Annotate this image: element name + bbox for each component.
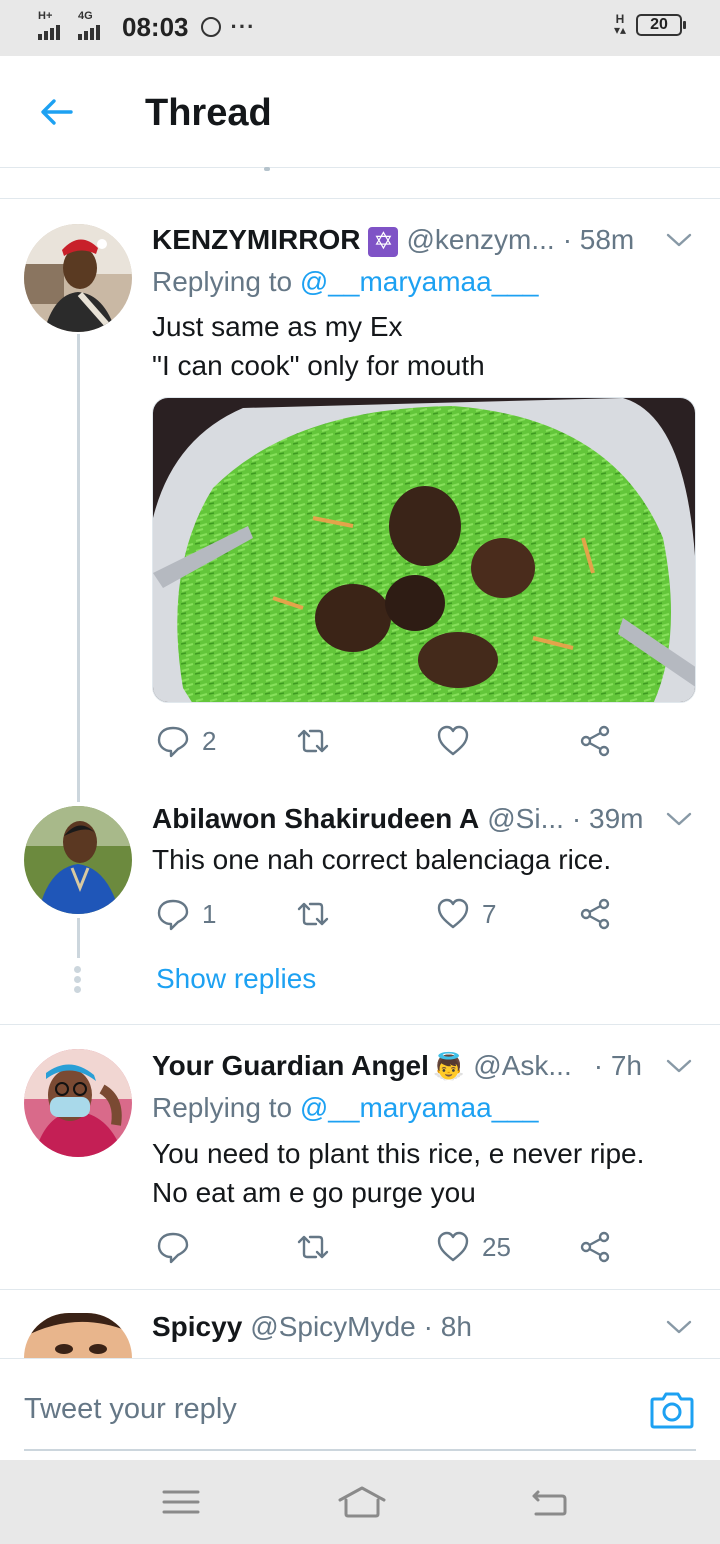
replying-to: Replying to @__maryamaa___ — [152, 1092, 539, 1123]
reply-count: 2 — [202, 725, 217, 756]
star-of-david-badge-icon: ✡ — [368, 227, 399, 257]
user-handle[interactable]: @Ask... — [473, 1050, 571, 1082]
reply-button[interactable]: 1 — [156, 897, 216, 931]
tweet-time: · 8h — [423, 1311, 472, 1342]
heart-icon — [437, 725, 469, 756]
like-count: 25 — [482, 1231, 511, 1262]
reply-composer: Tweet your reply — [0, 1358, 720, 1460]
display-name[interactable]: Abilawon Shakirudeen A — [152, 803, 479, 835]
retweet-icon — [297, 902, 329, 926]
tweet-text: This one nah correct balenciaga rice. — [152, 844, 612, 875]
tweet-reply-input[interactable]: Tweet your reply — [24, 1393, 237, 1426]
clock: 08:03 — [122, 11, 189, 42]
tweet-actions: 2 — [152, 724, 622, 764]
retweet-icon — [297, 1235, 329, 1259]
thread-line — [77, 334, 80, 802]
replying-to: Replying to @__maryamaa___ — [152, 266, 539, 297]
network-indicator-icon: H ▾▴ — [613, 12, 626, 37]
back-arrow-icon[interactable] — [38, 94, 74, 130]
signal-icon-2: 4G — [78, 10, 112, 44]
avatar[interactable] — [24, 1049, 132, 1157]
reply-icon — [157, 726, 189, 758]
like-button[interactable] — [436, 724, 470, 758]
reply-button[interactable]: 2 — [156, 724, 216, 758]
status-bar: H+ 4G 08:03 ··· H ▾▴ 20 — [0, 0, 720, 56]
battery-icon: 20 — [636, 14, 686, 36]
user-handle[interactable]: @kenzym... — [406, 224, 554, 256]
user-handle[interactable]: @Si... — [487, 803, 564, 835]
avatar[interactable] — [24, 224, 132, 332]
reply-icon — [157, 1232, 189, 1264]
retweet-icon — [297, 729, 329, 753]
signal-type-label-2: 4G — [78, 10, 93, 22]
chevron-down-icon[interactable] — [666, 232, 692, 248]
tweet-header: Your Guardian Angel 👼 @Ask... · 7h — [152, 1050, 642, 1082]
thread-more-dots-icon — [74, 966, 82, 993]
chevron-down-icon[interactable] — [666, 1058, 692, 1074]
like-button[interactable]: 25 — [436, 1230, 511, 1264]
chevron-down-icon[interactable] — [666, 811, 692, 827]
display-name[interactable]: KENZYMIRROR — [152, 224, 360, 256]
angel-emoji-badge-icon: 👼 — [432, 1052, 466, 1082]
divider — [0, 1024, 720, 1025]
share-icon — [580, 725, 610, 757]
tweet-header: KENZYMIRROR ✡ @kenzym... · 58m — [152, 224, 634, 257]
retweet-button[interactable] — [296, 897, 330, 931]
top-app-bar: Thread — [0, 56, 720, 168]
display-name[interactable]: Spicyy — [152, 1311, 242, 1343]
show-replies-link[interactable]: Show replies — [156, 963, 316, 995]
tweet-text: You need to plant this rice, e never rip… — [152, 1138, 645, 1208]
retweet-button[interactable] — [296, 724, 330, 758]
divider — [0, 198, 720, 199]
tweet-text: Just same as my Ex "I can cook" only for… — [152, 311, 485, 381]
tweet-header: Abilawon Shakirudeen A @Si... · 39m — [152, 803, 644, 835]
like-button[interactable]: 7 — [436, 897, 496, 931]
more-notifications-icon: ··· — [230, 14, 256, 39]
tweet-time: · 7h — [593, 1050, 642, 1081]
whatsapp-icon — [200, 17, 221, 37]
signal-type-label: H+ — [38, 10, 53, 22]
user-handle[interactable]: @SpicyMyde — [250, 1311, 415, 1343]
divider — [0, 1289, 720, 1290]
menu-icon[interactable] — [160, 1482, 202, 1522]
display-name[interactable]: Your Guardian Angel — [152, 1050, 429, 1082]
tweet-image[interactable] — [152, 397, 696, 703]
mention-link[interactable]: @__maryamaa___ — [300, 1092, 539, 1123]
share-icon — [580, 898, 610, 930]
avatar[interactable] — [24, 806, 132, 914]
reply-count: 1 — [202, 898, 217, 929]
mention-link[interactable]: @__maryamaa___ — [300, 266, 539, 297]
tweet-actions: 1 7 — [152, 897, 622, 937]
avatar[interactable] — [24, 1313, 132, 1358]
heart-icon — [437, 898, 469, 929]
reply-icon — [157, 899, 189, 931]
camera-icon[interactable] — [650, 1389, 694, 1429]
home-icon[interactable] — [338, 1482, 386, 1522]
signal-icon: H+ — [38, 10, 72, 44]
back-icon[interactable] — [528, 1482, 570, 1522]
scroll-remnant — [264, 167, 270, 171]
system-navigation-bar — [0, 1460, 720, 1544]
share-button[interactable] — [578, 724, 612, 758]
heart-icon — [437, 1231, 469, 1262]
reply-button[interactable] — [156, 1230, 190, 1264]
chevron-down-icon[interactable] — [666, 1319, 692, 1335]
tweet-time: · 58m — [562, 224, 635, 255]
like-count: 7 — [482, 898, 497, 929]
input-underline — [24, 1449, 696, 1451]
thread-line — [77, 918, 80, 958]
share-button[interactable] — [578, 1230, 612, 1264]
tweet-actions: 25 — [152, 1230, 622, 1270]
retweet-button[interactable] — [296, 1230, 330, 1264]
share-icon — [580, 1231, 610, 1263]
tweet-header: Spicyy @SpicyMyde · 8h — [152, 1311, 472, 1343]
page-title: Thread — [145, 92, 272, 134]
share-button[interactable] — [578, 897, 612, 931]
tweet-time: · 39m — [571, 803, 644, 834]
